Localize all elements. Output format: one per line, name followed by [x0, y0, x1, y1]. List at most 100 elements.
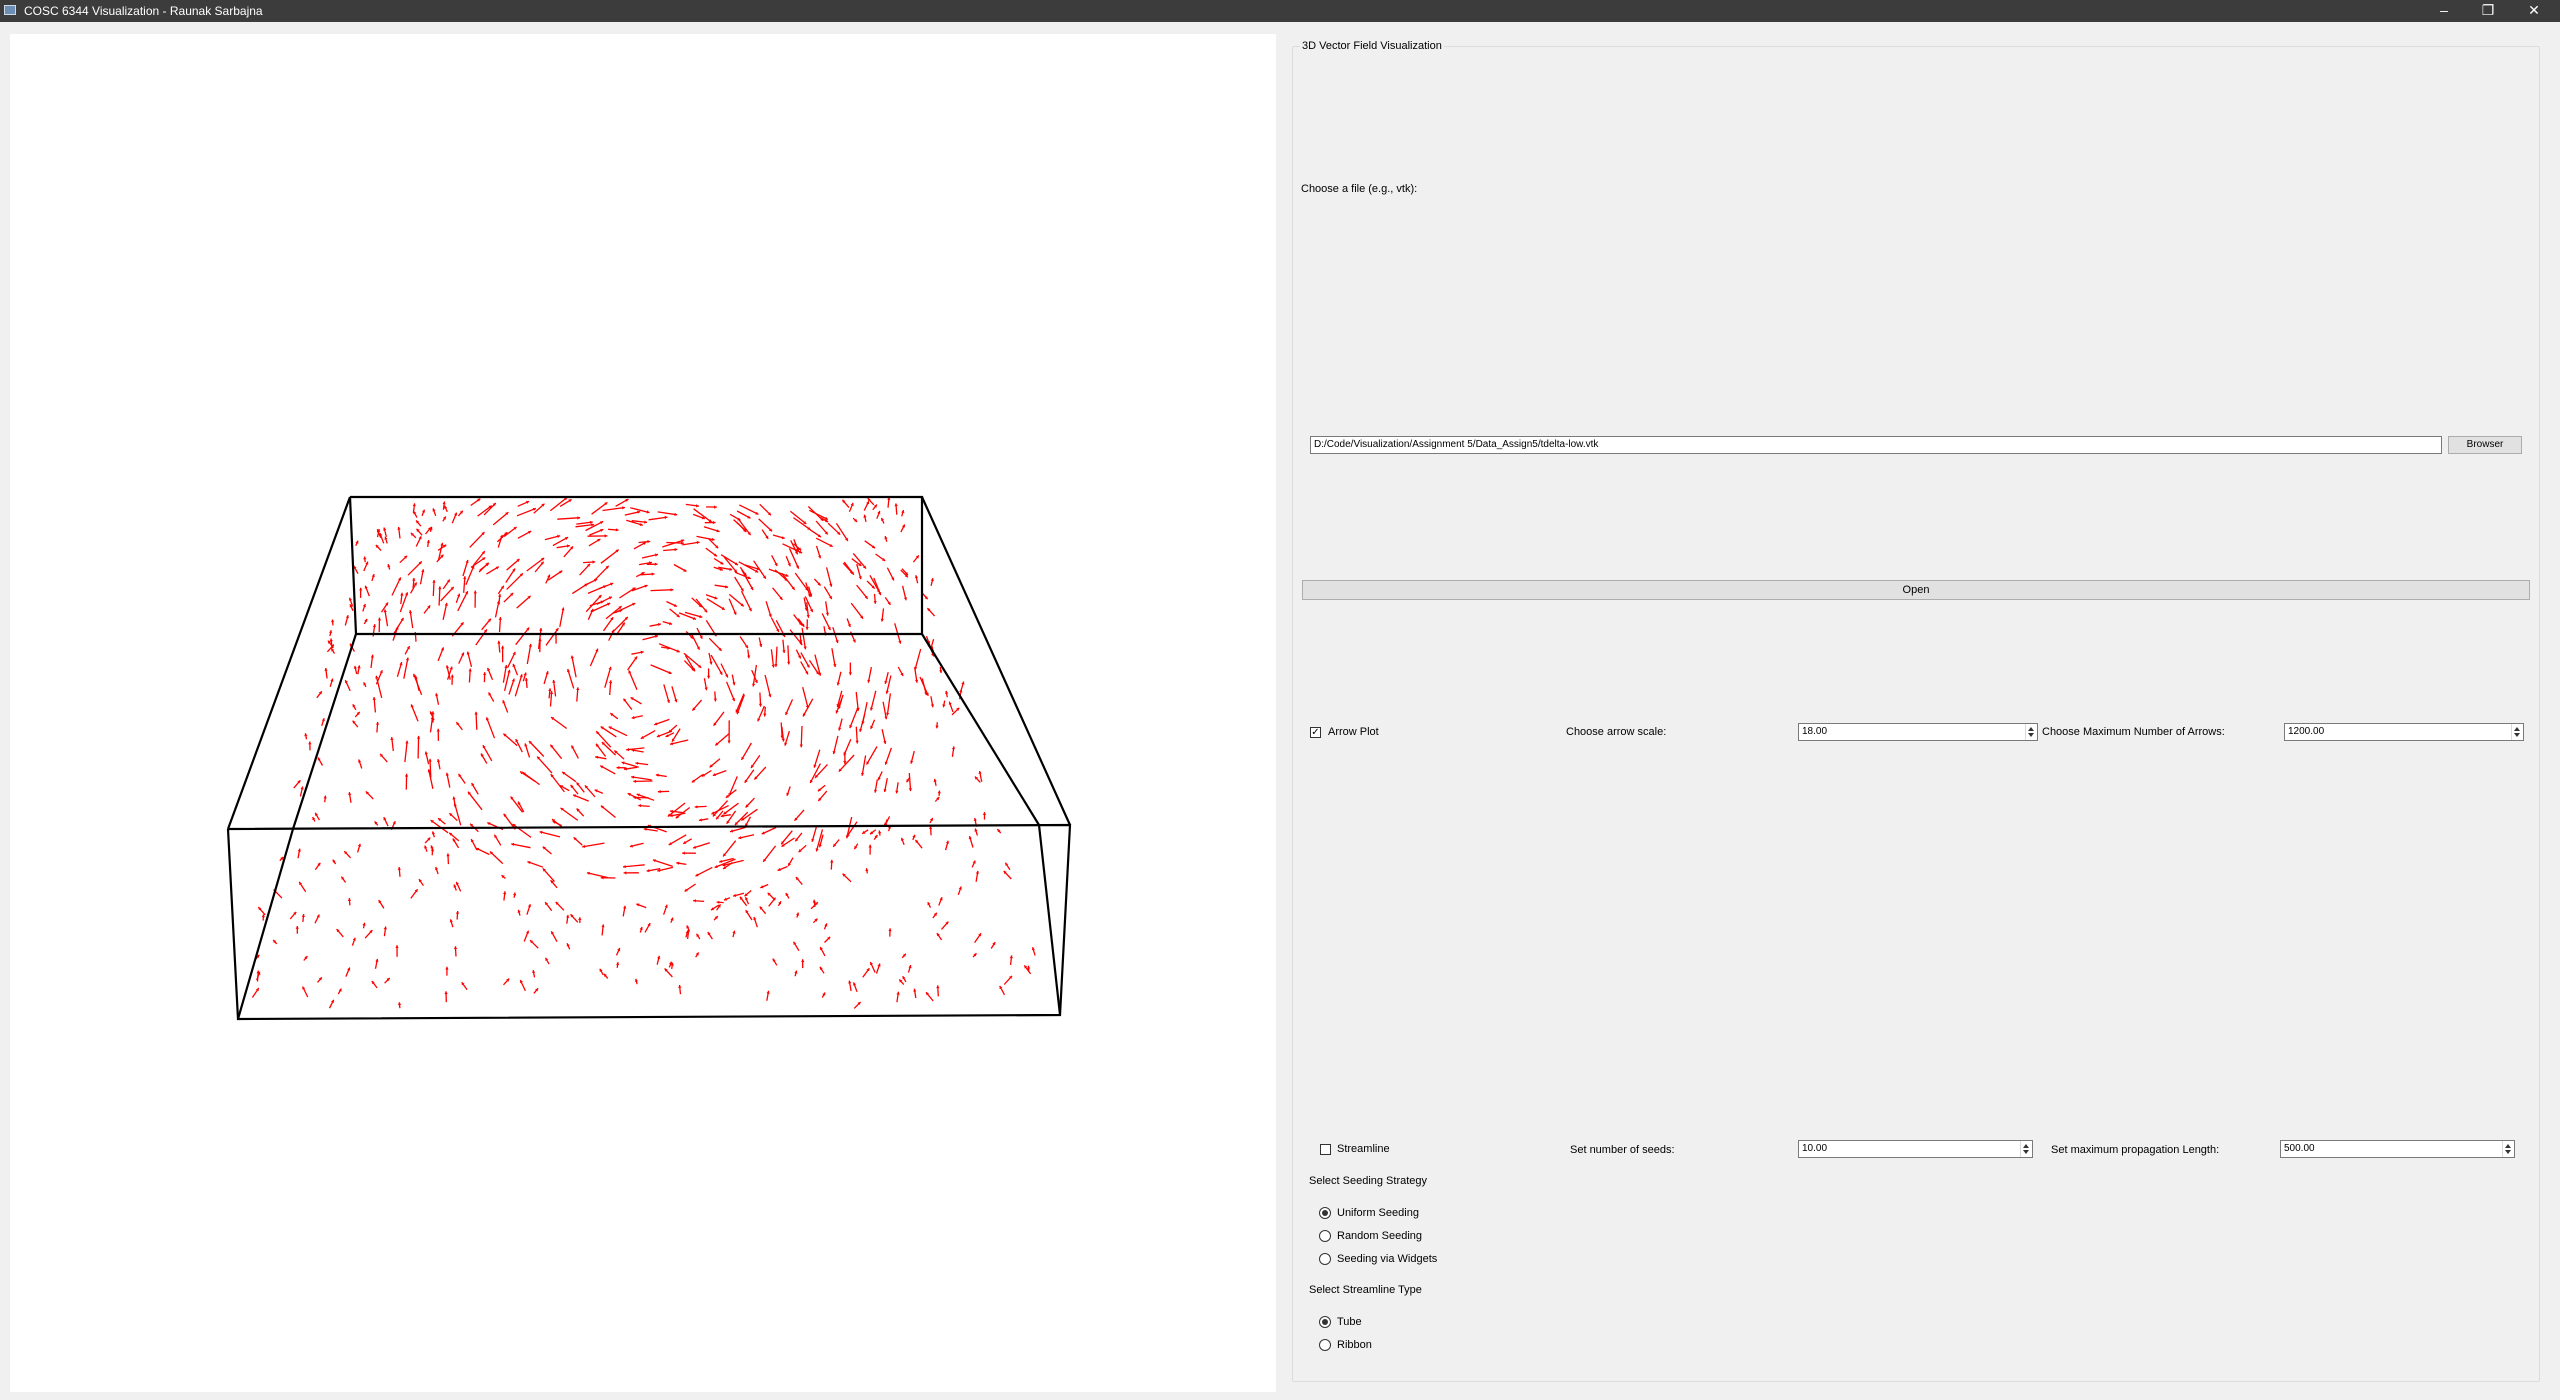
arrow-head	[654, 562, 658, 566]
spinbox-arrows-icon[interactable]	[2511, 724, 2523, 740]
arrow-head	[397, 1002, 402, 1006]
arrow-glyph	[512, 823, 532, 838]
uniform-seeding-radio[interactable]	[1319, 1207, 1331, 1219]
arrow-glyph	[869, 574, 881, 593]
arrow-head	[301, 914, 305, 917]
arrow-head	[566, 915, 570, 918]
max-arrows-label: Choose Maximum Number of Arrows:	[2042, 726, 2225, 738]
minimize-button[interactable]: –	[2424, 0, 2464, 22]
arrow-glyph	[735, 693, 745, 713]
arrow-head	[483, 672, 487, 675]
arrow-head	[295, 926, 299, 929]
arrow-head	[651, 572, 655, 576]
arrow-head	[830, 859, 834, 863]
window-title: COSC 6344 Visualization - Raunak Sarbajn…	[24, 4, 263, 18]
arrow-head	[548, 688, 552, 692]
arrow-head	[623, 871, 627, 875]
arrow-head	[782, 650, 786, 653]
arrow-scale-value: 18.00	[1802, 726, 1828, 737]
arrow-head	[937, 790, 941, 794]
random-seeding-radio[interactable]	[1319, 1230, 1331, 1242]
arrow-head	[601, 924, 605, 928]
seeds-value: 10.00	[1802, 1143, 1828, 1154]
arrow-head	[774, 664, 778, 667]
spinbox-arrows-icon[interactable]	[2502, 1141, 2514, 1157]
arrow-head	[799, 744, 803, 748]
arrow-head	[878, 830, 882, 834]
arrow-glyph	[886, 693, 892, 716]
group-title: 3D Vector Field Visualization	[1300, 40, 1444, 52]
arrow-glyph	[571, 655, 577, 678]
uniform-seeding-label: Uniform Seeding	[1337, 1207, 1419, 1219]
arrow-head	[1027, 965, 1031, 969]
arrow-glyph	[740, 590, 752, 612]
random-seeding-label: Random Seeding	[1337, 1230, 1423, 1242]
arrow-head	[894, 503, 898, 507]
arrow-glyph	[628, 670, 638, 691]
checkmark-icon: ✓	[1311, 727, 1320, 738]
arrow-glyph	[550, 773, 565, 793]
arrow-head	[886, 712, 890, 716]
restore-button[interactable]: ❐	[2468, 0, 2508, 22]
seeds-spinbox[interactable]: 10.00	[1798, 1140, 2033, 1158]
arrow-head	[331, 619, 335, 623]
arrow-head	[801, 959, 805, 962]
arrow-glyph	[768, 568, 789, 577]
arrow-head	[908, 788, 912, 792]
arrow-head	[308, 741, 312, 745]
arrow-head	[674, 548, 678, 552]
arrow-head	[616, 766, 620, 770]
arrow-head	[647, 540, 651, 544]
arrow-glyph	[469, 531, 485, 548]
arrow-head	[713, 698, 717, 702]
file-path-input[interactable]: D:/Code/Visualization/Assignment 5/Data_…	[1310, 436, 2442, 454]
arrow-head	[694, 805, 698, 809]
arrow-glyph	[600, 726, 617, 738]
spinbox-arrows-icon[interactable]	[2020, 1141, 2032, 1157]
widget-seeding-radio[interactable]	[1319, 1253, 1331, 1265]
arrow-glyph	[391, 577, 402, 596]
arrow-glyph	[794, 572, 809, 592]
arrow-head	[805, 627, 809, 630]
arrow-head	[404, 773, 409, 777]
widget-seeding-label: Seeding via Widgets	[1337, 1253, 1438, 1265]
arrow-glyph	[526, 643, 532, 665]
arrow-head	[855, 740, 859, 744]
render-viewport[interactable]	[10, 34, 1276, 1392]
tube-radio[interactable]	[1319, 1316, 1331, 1328]
arrow-glyph	[793, 517, 811, 531]
arrow-head	[473, 590, 477, 594]
arrow-glyph	[838, 754, 855, 773]
arrow-head	[463, 576, 467, 580]
propagation-length-spinbox[interactable]: 500.00	[2280, 1140, 2515, 1158]
max-arrows-spinbox[interactable]: 1200.00	[2284, 723, 2524, 741]
arrow-glyph	[467, 791, 483, 811]
arrow-head	[638, 804, 642, 808]
tube-label: Tube	[1337, 1316, 1362, 1328]
arrow-glyph	[789, 510, 807, 525]
arrow-head	[498, 594, 502, 597]
arrow-glyph	[510, 796, 524, 813]
arrow-glyph	[492, 511, 509, 526]
arrow-glyph	[567, 668, 575, 689]
ribbon-radio[interactable]	[1319, 1339, 1331, 1351]
streamline-checkbox[interactable]	[1320, 1144, 1331, 1155]
seeds-label: Set number of seeds:	[1570, 1144, 1675, 1156]
arrow-scale-label: Choose arrow scale:	[1566, 726, 1667, 738]
arrow-plot-checkbox[interactable]: ✓	[1310, 727, 1321, 738]
arrow-head	[538, 638, 542, 642]
spinbox-arrows-icon[interactable]	[2025, 724, 2037, 740]
arrow-glyph	[582, 842, 605, 848]
open-button[interactable]: Open	[1302, 580, 2530, 600]
browse-button[interactable]: Browser	[2448, 436, 2522, 454]
arrow-head	[936, 985, 940, 989]
arrow-scale-spinbox[interactable]: 18.00	[1798, 723, 2038, 741]
arrow-glyph	[728, 776, 738, 797]
vector-field-scene[interactable]	[10, 34, 1276, 1392]
arrow-head	[498, 617, 502, 620]
arrow-glyph	[710, 654, 723, 676]
close-button[interactable]: ✕	[2514, 0, 2554, 22]
arrow-head	[716, 900, 720, 904]
arrow-head	[453, 946, 458, 950]
arrow-head	[578, 917, 582, 920]
